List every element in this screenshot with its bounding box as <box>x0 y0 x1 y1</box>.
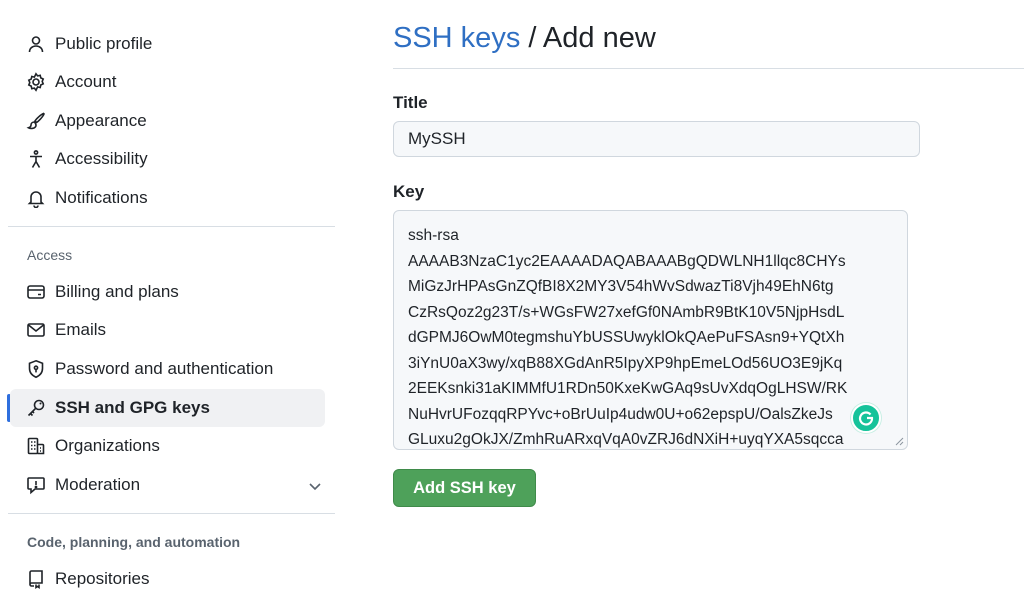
sidebar-item-organizations[interactable]: Organizations <box>10 427 325 465</box>
sidebar-divider <box>8 226 335 227</box>
main-content: SSH keys / Add new Title Key ssh-rsa AAA… <box>393 0 1024 595</box>
title-input[interactable] <box>393 121 920 157</box>
sidebar-item-accessibility[interactable]: Accessibility <box>10 140 325 178</box>
sidebar-item-appearance[interactable]: Appearance <box>10 102 325 140</box>
sidebar-item-password[interactable]: Password and authentication <box>10 350 325 388</box>
key-line: AAAAB3NzaC1yc2EAAAADAQABAAABgQDWLNH1llqc… <box>408 252 846 270</box>
person-icon <box>28 36 44 53</box>
key-line: NuHvrUFozqqRPYvc+oBrUuIp4udw0U+o62epspU/… <box>408 405 833 423</box>
sidebar-item-label: Appearance <box>55 111 147 130</box>
accessibility-icon <box>30 150 42 168</box>
heading-divider <box>393 68 1024 69</box>
organization-icon <box>27 437 45 455</box>
sidebar-item-label: SSH and GPG keys <box>55 398 210 417</box>
resize-handle-icon[interactable] <box>894 436 904 446</box>
shield-lock-icon <box>28 359 44 379</box>
grammarly-icon[interactable] <box>851 403 881 433</box>
sidebar-item-notifications[interactable]: Notifications <box>10 179 325 217</box>
page-title: SSH keys / Add new <box>393 22 656 55</box>
sidebar-item-public-profile[interactable]: Public profile <box>10 25 325 63</box>
mail-icon <box>27 323 45 337</box>
bell-icon <box>27 191 45 208</box>
key-line: 2EEKsnki31aKIMMfU1RDn50KxeKwGAq9sUvXdqOg… <box>408 380 848 397</box>
key-line: 3iYnU0aX3wy/xqB88XGdAnR5IpyXP9hpEmeLOd56… <box>408 354 843 372</box>
key-icon <box>27 399 45 417</box>
sidebar-item-label: Notifications <box>55 188 148 207</box>
sidebar-section-access: Access <box>27 247 73 263</box>
sidebar-item-billing[interactable]: Billing and plans <box>10 273 325 311</box>
breadcrumb-current: Add new <box>542 22 656 54</box>
sidebar-item-account[interactable]: Account <box>10 63 325 101</box>
sidebar-item-label: Repositories <box>55 569 150 588</box>
add-ssh-key-button[interactable]: Add SSH key <box>393 469 536 507</box>
sidebar-item-label: Accessibility <box>55 149 148 168</box>
settings-sidebar: Public profile Account Appearance Access… <box>0 0 345 595</box>
sidebar-item-label: Emails <box>55 320 107 339</box>
sidebar-item-label: Organizations <box>55 436 160 455</box>
title-label: Title <box>393 93 428 112</box>
key-line: CzRsQoz2g23T/s+WGsFW27xefGf0NAmbR9BtK10V… <box>408 303 845 321</box>
paintbrush-icon <box>26 112 45 130</box>
sidebar-item-label: Billing and plans <box>55 282 179 301</box>
key-line: ssh-rsa <box>408 227 459 244</box>
key-label: Key <box>393 182 425 201</box>
sidebar-item-ssh-gpg-keys[interactable]: SSH and GPG keys <box>10 389 325 427</box>
key-line: MiGzJrHPAsGnZQfBI8X2MY3V54hWvSdwazTi8Vjh… <box>408 278 834 295</box>
sidebar-item-label: Public profile <box>55 34 153 53</box>
report-icon <box>27 477 45 495</box>
repo-icon <box>29 570 43 589</box>
chevron-down-icon[interactable] <box>307 478 323 494</box>
sidebar-item-emails[interactable]: Emails <box>10 311 325 349</box>
credit-card-icon <box>27 285 45 299</box>
breadcrumb-separator: / <box>520 22 543 54</box>
sidebar-item-label: Moderation <box>55 475 141 494</box>
key-line: dGPMJ6OwM0tegmshuYbUSSUwyklOkQAePuFSAsn9… <box>408 329 845 346</box>
key-line: GLuxu2gOkJX/ZmhRuARxqVqA0vZRJ6dNXiH+uyqY… <box>408 431 844 448</box>
sidebar-divider <box>8 513 335 514</box>
sidebar-section-code: Code, planning, and automation <box>27 534 241 550</box>
sidebar-item-moderation[interactable]: Moderation <box>10 466 325 504</box>
breadcrumb-ssh-keys-link[interactable]: SSH keys <box>393 22 520 54</box>
sidebar-item-label: Password and authentication <box>55 359 274 378</box>
sidebar-item-label: Account <box>55 72 117 91</box>
key-textarea[interactable]: ssh-rsa AAAAB3NzaC1yc2EAAAADAQABAAABgQDW… <box>393 210 908 450</box>
sidebar-item-repositories[interactable]: Repositories <box>10 560 325 598</box>
gear-icon <box>27 72 45 92</box>
